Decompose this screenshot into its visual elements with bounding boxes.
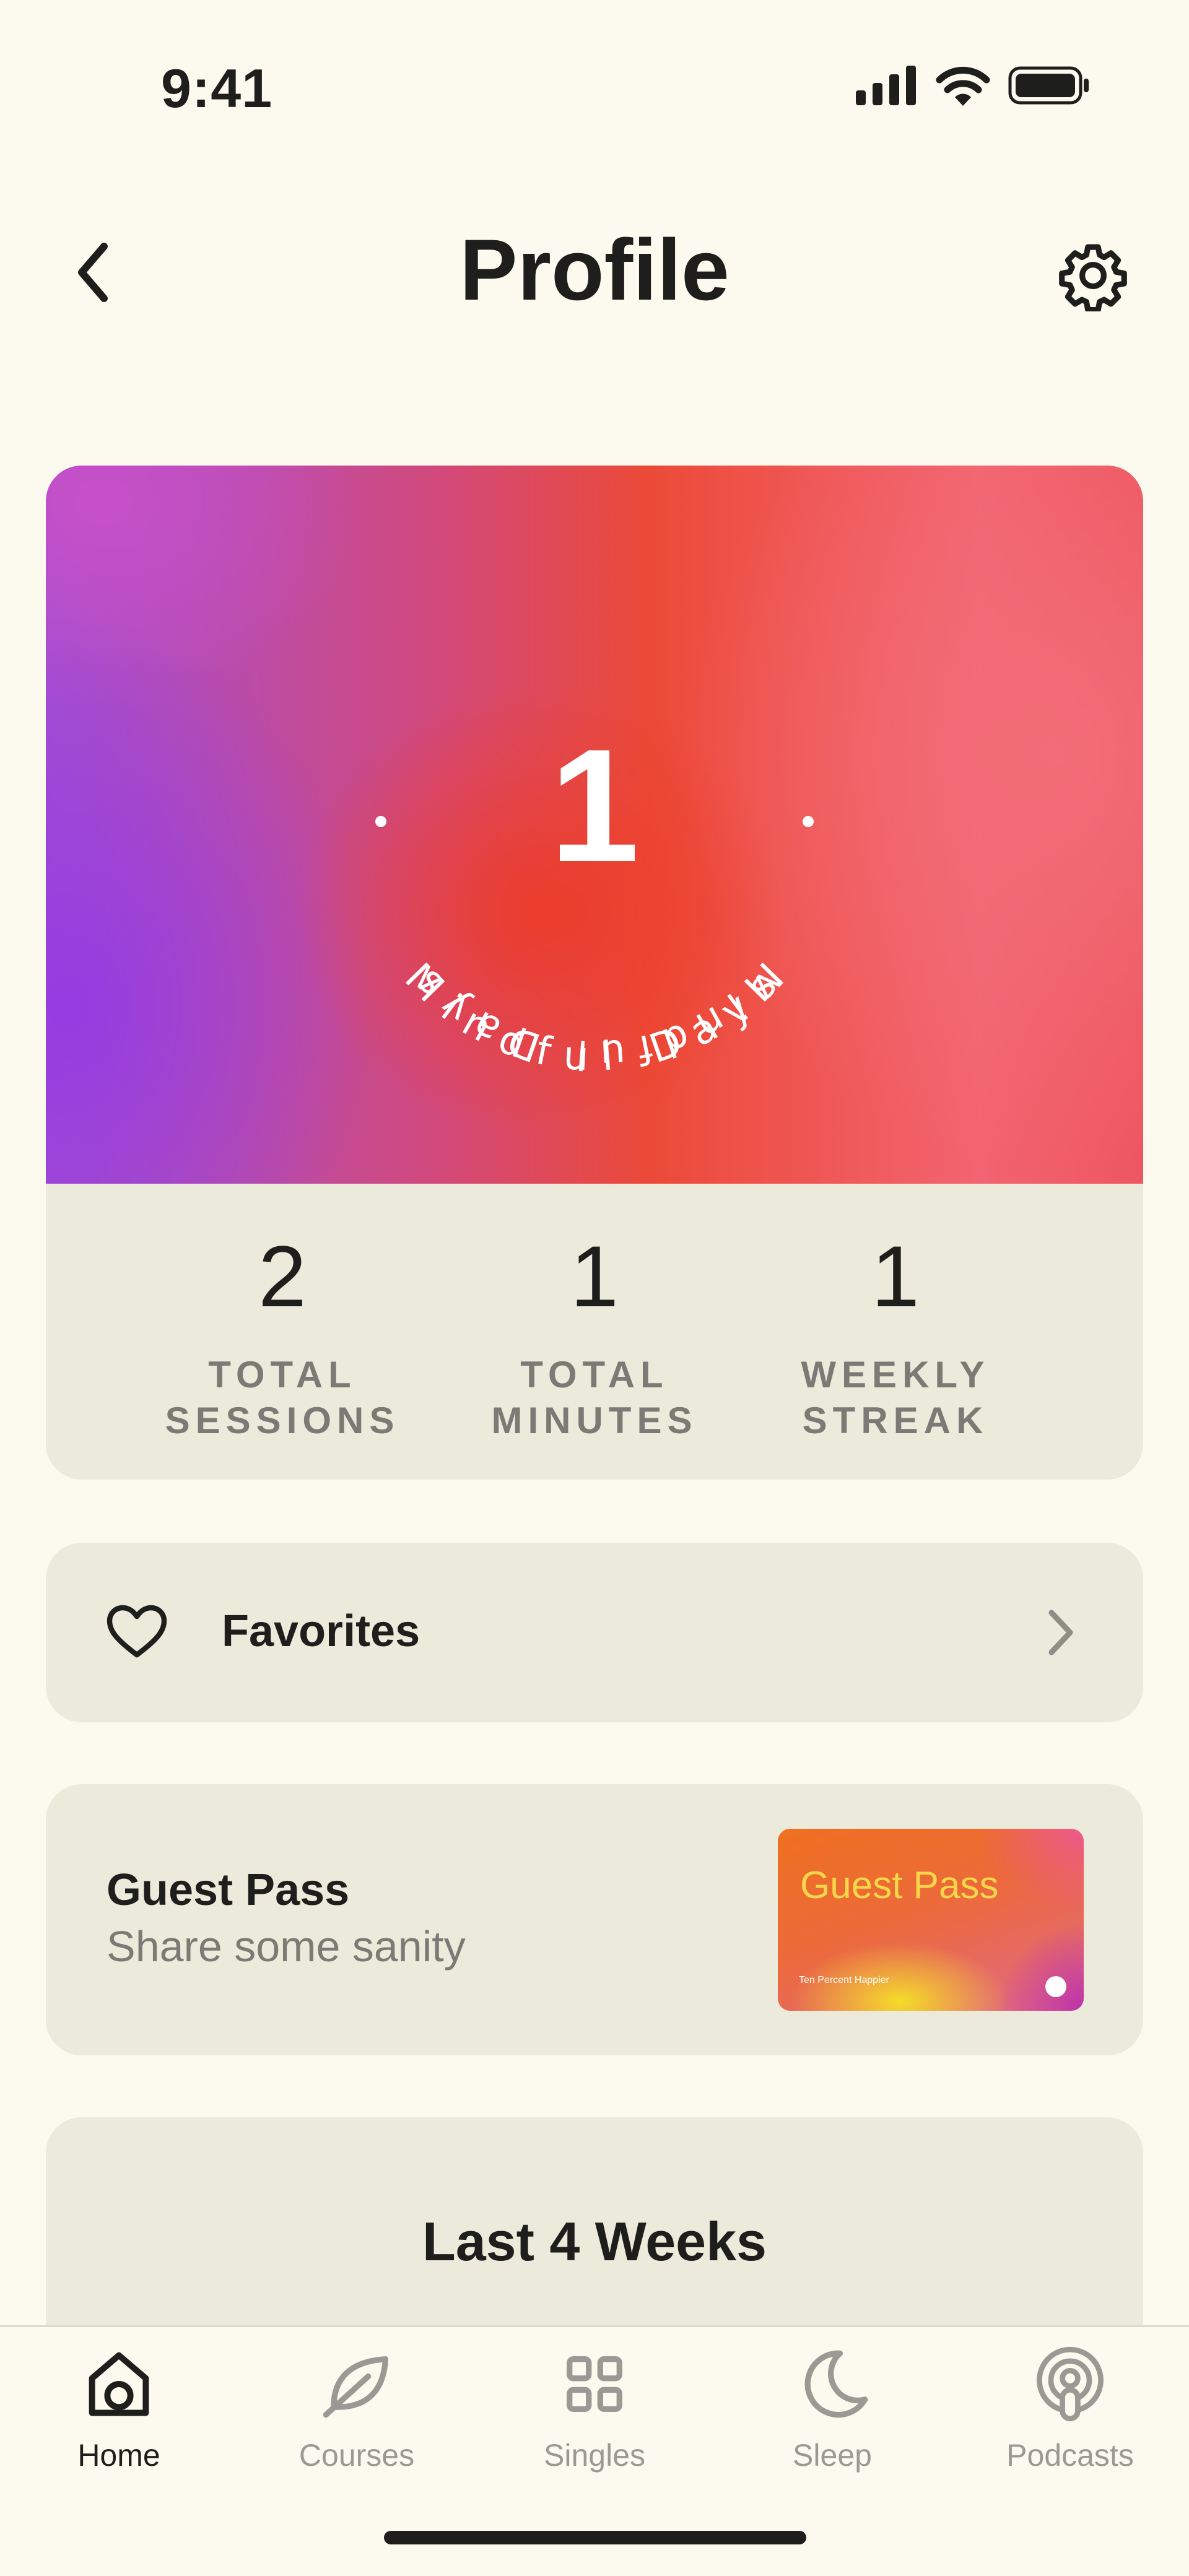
tab-home[interactable]: Home bbox=[0, 2327, 238, 2513]
tab-label: Home bbox=[77, 2438, 160, 2473]
stat-label: WEEKLY STREAK bbox=[801, 1354, 990, 1441]
settings-button[interactable] bbox=[1053, 235, 1133, 316]
guest-pass-card-image: Guest Pass Ten Percent Happier bbox=[778, 1829, 1084, 2011]
favorites-row[interactable]: Favorites bbox=[46, 1543, 1143, 1722]
tab-sleep[interactable]: Sleep bbox=[713, 2327, 951, 2513]
last-4-weeks-title: Last 4 Weeks bbox=[422, 2211, 767, 2272]
page-title: Profile bbox=[459, 221, 730, 318]
tab-label: Courses bbox=[298, 2438, 415, 2473]
stats-row: 2 TOTAL SESSIONS 1 TOTAL MINUTES 1 WEEKL… bbox=[46, 1184, 1143, 1480]
stat-value: 1 bbox=[871, 1228, 920, 1325]
mindful-days-value: 1 bbox=[549, 716, 640, 896]
tab-label: Podcasts bbox=[1006, 2438, 1134, 2473]
guest-card-title: Guest Pass bbox=[800, 1864, 999, 1907]
tab-podcasts[interactable]: Podcasts bbox=[951, 2327, 1189, 2513]
chevron-right-icon bbox=[1048, 1610, 1073, 1655]
stat-label: TOTAL MINUTES bbox=[491, 1354, 698, 1441]
tab-label: Sleep bbox=[793, 2438, 872, 2473]
status-time: 9:41 bbox=[161, 58, 273, 119]
guest-pass-title: Guest Pass bbox=[107, 1865, 350, 1915]
guest-pass-subtitle: Share some sanity bbox=[107, 1922, 466, 1971]
gear-icon bbox=[1059, 244, 1127, 311]
stat-value: 2 bbox=[258, 1228, 307, 1325]
tab-courses[interactable]: Courses bbox=[238, 2327, 476, 2513]
battery-icon bbox=[1008, 66, 1089, 105]
wifi-icon bbox=[936, 66, 990, 106]
signal-icon bbox=[856, 66, 916, 105]
brand-mark-icon bbox=[1045, 1976, 1066, 1997]
podcast-icon bbox=[1037, 2346, 1104, 2422]
leaf-icon bbox=[323, 2356, 389, 2418]
stat-weekly-streak: 1 WEEKLY STREAK bbox=[741, 1184, 1050, 1444]
moon-icon bbox=[804, 2350, 868, 2418]
favorites-label: Favorites bbox=[222, 1607, 420, 1656]
stat-total-sessions: 2 TOTAL SESSIONS bbox=[128, 1184, 437, 1444]
heart-icon bbox=[107, 1605, 167, 1658]
home-indicator[interactable] bbox=[384, 2531, 806, 2544]
status-icons bbox=[856, 65, 1090, 106]
home-icon bbox=[89, 2352, 149, 2416]
grid-icon bbox=[567, 2356, 622, 2412]
tab-singles[interactable]: Singles bbox=[476, 2327, 713, 2513]
guest-pass-row[interactable]: Guest Pass Share some sanity Guest Pass … bbox=[46, 1784, 1143, 2055]
ring-text-bottom: Mindful Days bbox=[396, 955, 793, 1081]
stat-total-minutes: 1 TOTAL MINUTES bbox=[440, 1184, 749, 1444]
stat-label: TOTAL SESSIONS bbox=[165, 1354, 400, 1441]
mindful-days-card: Mindful Days Mindful Days 1 2 TOTAL SESS… bbox=[46, 466, 1143, 1480]
stat-value: 1 bbox=[570, 1228, 619, 1325]
tab-label: Singles bbox=[544, 2438, 645, 2473]
guest-card-brand: Ten Percent Happier bbox=[799, 1975, 889, 1985]
